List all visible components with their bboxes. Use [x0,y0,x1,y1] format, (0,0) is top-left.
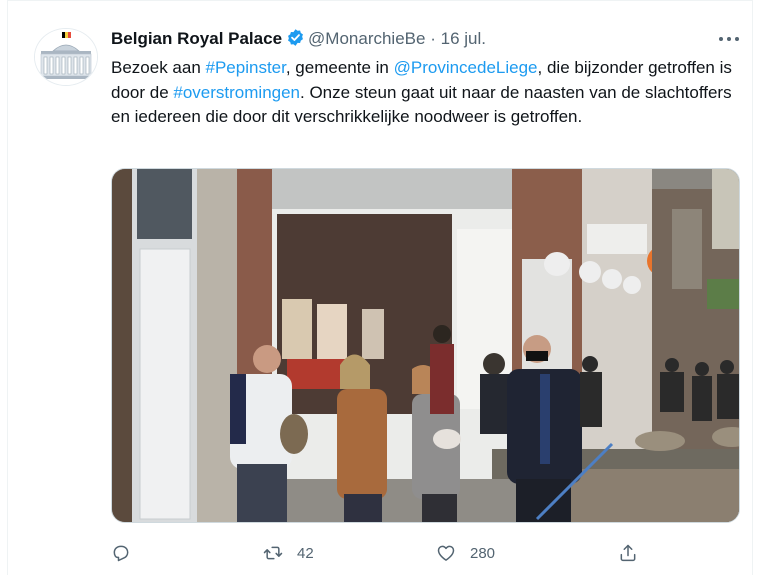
like-count: 280 [470,544,496,562]
retweet-icon [263,546,283,560]
tweet-photo[interactable] [111,168,740,523]
verified-badge-icon [286,28,305,53]
tweet-card[interactable]: Belgian Royal Palace @MonarchieBe · 16 ju… [7,0,753,575]
avatar[interactable] [34,28,98,86]
hashtag-pepinster-link[interactable]: #Pepinster [206,58,286,77]
author-handle[interactable]: @MonarchieBe [308,29,425,48]
royal-palace-avatar-icon [35,29,97,85]
separator: · [430,29,436,48]
like-icon [437,545,455,561]
tweet-text: Bezoek aan #Pepinster, gemeente in @Prov… [111,56,739,130]
more-icon[interactable] [719,29,743,49]
retweet-count: 42 [297,544,314,562]
retweet-button[interactable]: 42 [263,541,314,565]
text-segment: , gemeente in [285,58,394,77]
text-segment: Bezoek aan [111,58,206,77]
share-icon [620,544,636,562]
hashtag-overstromingen-link[interactable]: #overstromingen [173,83,300,102]
share-button[interactable] [618,541,638,565]
tweet-header: Belgian Royal Palace @MonarchieBe · 16 ju… [111,28,486,53]
tweet-date[interactable]: 16 jul. [441,29,486,48]
author-name[interactable]: Belgian Royal Palace [111,29,282,48]
tweet-actions: 42 280 [111,541,641,565]
reply-button[interactable] [111,541,131,565]
reply-icon [113,545,129,562]
mention-provincedeliege-link[interactable]: @ProvincedeLiege [394,58,538,77]
like-button[interactable]: 280 [436,541,495,565]
